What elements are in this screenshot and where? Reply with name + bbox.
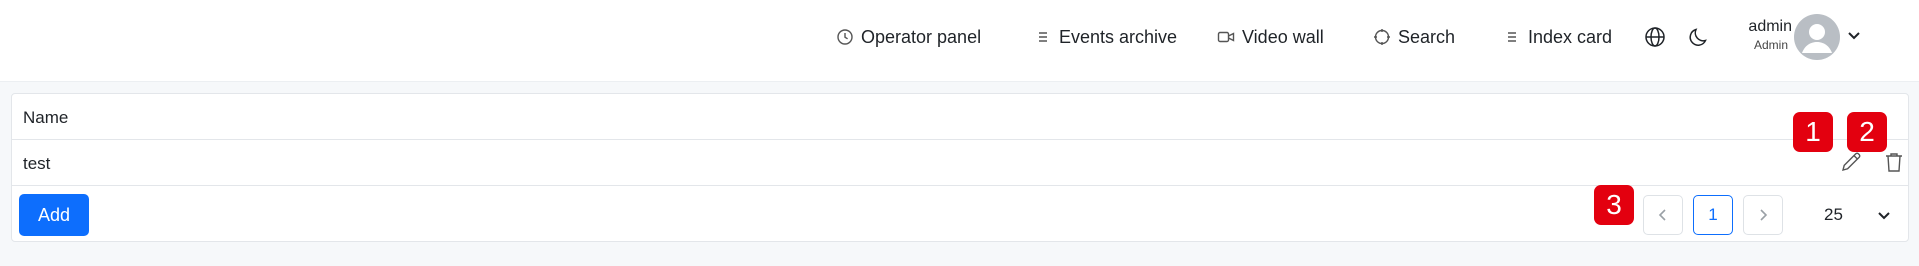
column-header-name[interactable]: Name	[23, 108, 68, 128]
marker-badge-3: 3	[1594, 185, 1634, 225]
nav-video-wall[interactable]: Video wall	[1217, 0, 1324, 74]
nav-index-card[interactable]: Index card	[1503, 0, 1612, 74]
nav-operator-panel-label: Operator panel	[861, 26, 982, 47]
top-navbar: Operator panel Events archive Video wall…	[0, 0, 1919, 82]
page-size-value: 25	[1824, 205, 1843, 224]
pagination-prev-button[interactable]	[1643, 195, 1683, 235]
nav-video-wall-label: Video wall	[1242, 26, 1324, 47]
crosshair-icon	[1373, 28, 1391, 46]
nav-search[interactable]: Search	[1373, 0, 1455, 74]
nav-index-card-label: Index card	[1528, 26, 1613, 47]
avatar[interactable]	[1794, 14, 1840, 60]
user-menu-chevron[interactable]	[1846, 27, 1862, 48]
moon-icon	[1689, 28, 1707, 46]
chevron-down-icon	[1878, 212, 1890, 220]
edit-button[interactable]	[1840, 151, 1862, 178]
user-name: admin	[1748, 18, 1792, 35]
pagination-page-button[interactable]: 1	[1693, 195, 1733, 235]
clock-icon	[836, 28, 854, 46]
theme-toggle-button[interactable]	[1687, 25, 1711, 49]
video-camera-icon	[1217, 28, 1235, 46]
chevron-right-icon	[1760, 209, 1768, 221]
trash-icon	[1886, 153, 1902, 172]
marker-badge-1: 1	[1793, 112, 1833, 152]
nav-operator-panel[interactable]: Operator panel	[836, 0, 981, 74]
list-icon	[1034, 28, 1052, 46]
user-avatar-icon	[1802, 24, 1832, 53]
table-row[interactable]: test	[12, 140, 1908, 186]
add-button[interactable]: Add	[19, 194, 89, 236]
user-info[interactable]: admin Admin	[1730, 17, 1792, 53]
language-button[interactable]	[1643, 25, 1667, 49]
chevron-down-icon	[1848, 32, 1860, 40]
user-role: Admin	[1753, 38, 1788, 52]
cell-name: test	[23, 154, 51, 173]
nav-events-archive[interactable]: Events archive	[1034, 0, 1177, 74]
globe-icon	[1645, 27, 1665, 47]
nav-events-archive-label: Events archive	[1059, 26, 1178, 47]
list-icon	[1503, 28, 1521, 46]
marker-badge-2: 2	[1847, 112, 1887, 152]
pagination-next-button[interactable]	[1743, 195, 1783, 235]
pencil-icon	[1842, 152, 1861, 171]
table-header: Name	[12, 94, 1908, 140]
page-size-select[interactable]: 25	[1796, 195, 1896, 235]
chevron-left-icon	[1658, 209, 1666, 221]
delete-button[interactable]	[1883, 151, 1905, 178]
nav-search-label: Search	[1398, 26, 1456, 47]
